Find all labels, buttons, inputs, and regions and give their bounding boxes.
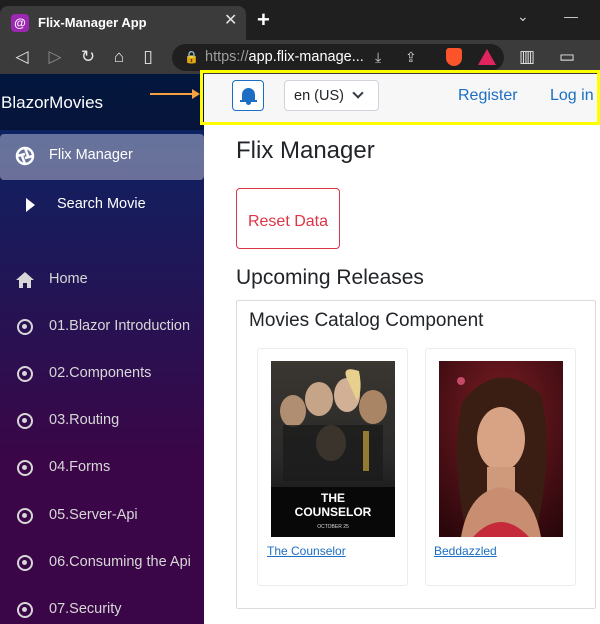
sidebar-item-flix-manager[interactable]: Flix Manager (0, 134, 204, 180)
target-icon (15, 364, 35, 384)
sidebar-item-blazor-introduction[interactable]: 01.Blazor Introduction (0, 305, 204, 351)
close-tab-icon[interactable]: ✕ (224, 13, 237, 29)
annotation-arrow-head (192, 89, 200, 99)
page-title: Flix Manager (236, 137, 375, 164)
sidebar: BlazorMovies Flix Manager Search Movie H… (0, 74, 204, 624)
sidebar-item-label: 06.Consuming the Api (49, 554, 191, 570)
reset-data-button[interactable]: Reset Data (236, 188, 340, 249)
notifications-button[interactable] (232, 80, 264, 111)
browser-tab-bar: @ Flix-Manager App ✕ + ⌄ — (0, 0, 600, 40)
sidebar-item-label: 05.Server-Api (49, 507, 138, 523)
sidebar-item-forms[interactable]: 04.Forms (0, 446, 204, 492)
target-icon (15, 600, 35, 620)
minimize-icon[interactable]: — (564, 8, 578, 24)
brave-rewards-icon[interactable] (478, 49, 496, 65)
sidebar-brand-row: BlazorMovies (0, 74, 204, 130)
target-icon (15, 411, 35, 431)
sidebar-item-label: 07.Security (49, 601, 122, 617)
sidebar-item-label: Search Movie (57, 196, 146, 212)
aperture-icon (15, 146, 35, 166)
movie-title-link[interactable]: Beddazzled (434, 544, 497, 558)
login-link[interactable]: Log in (550, 87, 594, 105)
home-icon (16, 272, 34, 288)
sidebar-item-label: 03.Routing (49, 412, 120, 428)
sidebar-toggle-icon[interactable]: ▥ (517, 47, 537, 67)
sidebar-item-security[interactable]: 07.Security (0, 588, 204, 624)
beddazzled-poster-image (439, 361, 563, 537)
url-text: https://app.flix-manage... (205, 49, 364, 65)
home-icon[interactable]: ⌂ (109, 47, 129, 67)
app-favicon-icon: @ (11, 14, 29, 32)
target-icon (15, 317, 35, 337)
movie-title-link[interactable]: The Counselor (267, 544, 346, 558)
movie-poster[interactable] (439, 361, 563, 537)
sidebar-item-label: 04.Forms (49, 459, 111, 475)
poster-text: THE (321, 491, 345, 505)
brave-shield-icon[interactable] (446, 48, 462, 66)
target-icon (15, 553, 35, 573)
back-icon[interactable]: ◁ (12, 47, 32, 67)
sidebar-item-label: 02.Components (49, 365, 152, 381)
sidebar-item-label: 01.Blazor Introduction (49, 318, 191, 334)
movie-poster[interactable]: THE COUNSELOR OCTOBER 25 (271, 361, 395, 537)
sidebar-item-label: Home (49, 271, 88, 287)
download-icon[interactable]: ⤓ (375, 49, 381, 66)
browser-toolbar: ◁ ▷ ↻ ⌂ ▯ 🔒 https://app.flix-manage... ⤓… (0, 40, 600, 74)
annotation-arrow (150, 93, 194, 95)
target-icon (15, 506, 35, 526)
brand-title[interactable]: BlazorMovies (1, 93, 103, 113)
bookmark-icon[interactable]: ▯ (138, 47, 158, 67)
share-icon[interactable]: ⇪ (405, 49, 417, 66)
sidebar-item-search-movie[interactable]: Search Movie (0, 183, 204, 229)
catalog-title: Movies Catalog Component (249, 310, 484, 331)
chevron-down-icon (352, 87, 364, 99)
counselor-poster-image: THE COUNSELOR OCTOBER 25 (271, 361, 395, 537)
language-select[interactable]: en (US) (284, 80, 379, 111)
browser-tab[interactable]: @ Flix-Manager App ✕ (0, 6, 246, 40)
new-tab-button[interactable]: + (257, 9, 270, 31)
poster-text: COUNSELOR (295, 505, 372, 519)
sidebar-item-routing[interactable]: 03.Routing (0, 399, 204, 445)
sidebar-item-label: Flix Manager (49, 147, 133, 163)
sidebar-item-server-api[interactable]: 05.Server-Api (0, 494, 204, 540)
tab-title: Flix-Manager App (38, 15, 147, 30)
reload-icon[interactable]: ↻ (78, 47, 98, 67)
caret-right-icon (26, 198, 35, 212)
section-title: Upcoming Releases (236, 266, 424, 289)
language-value: en (US) (294, 88, 344, 104)
register-link[interactable]: Register (458, 87, 518, 105)
poster-date: OCTOBER 25 (317, 524, 349, 530)
tab-search-icon[interactable]: ⌄ (517, 8, 529, 25)
sidebar-item-consuming-the-api[interactable]: 06.Consuming the Api (0, 541, 204, 587)
sidebar-item-home[interactable]: Home (0, 258, 204, 304)
wallet-icon[interactable]: ▭ (557, 47, 577, 67)
sidebar-item-components[interactable]: 02.Components (0, 352, 204, 398)
lock-icon: 🔒 (184, 50, 199, 64)
target-icon (15, 458, 35, 478)
forward-icon[interactable]: ▷ (45, 47, 65, 67)
